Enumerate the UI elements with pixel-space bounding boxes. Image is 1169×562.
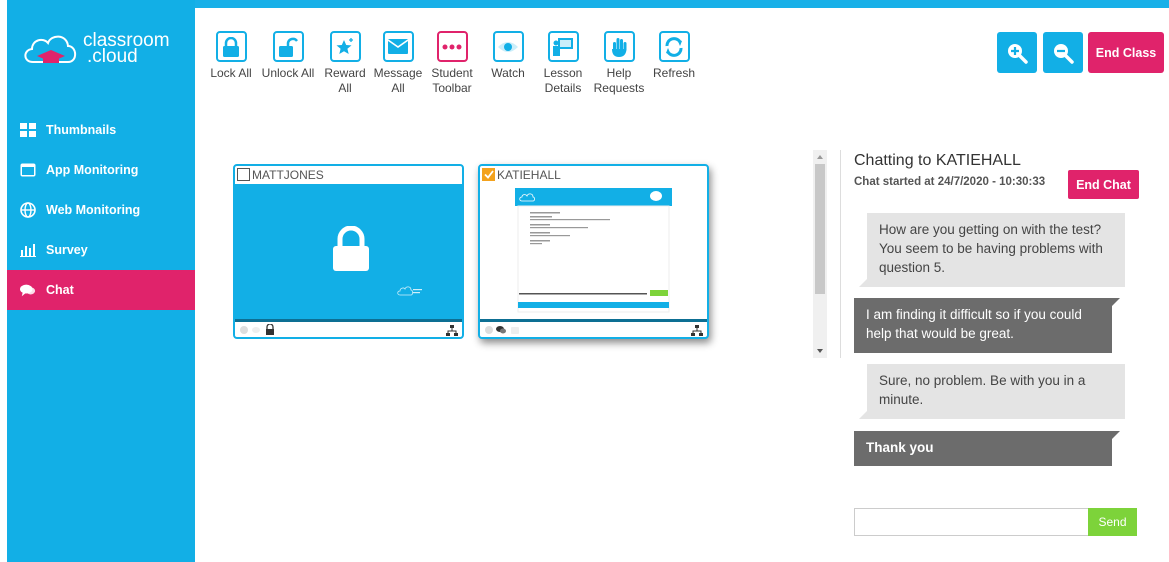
sidebar-item-app-monitoring[interactable]: App Monitoring bbox=[7, 150, 195, 190]
screen-preview-image bbox=[515, 188, 672, 313]
top-accent-bar bbox=[195, 0, 1169, 8]
cloud-logo-icon bbox=[24, 35, 77, 63]
eye-icon bbox=[492, 31, 524, 62]
raised-hand-icon bbox=[603, 31, 635, 62]
panel-divider bbox=[840, 150, 841, 358]
chat-message-incoming: Sure, no problem. Be with you in a minut… bbox=[859, 364, 1125, 419]
status-icons bbox=[240, 323, 274, 335]
sidebar-item-label: Chat bbox=[46, 283, 74, 297]
student-thumbnail-mattjones[interactable]: MATTJONES bbox=[233, 164, 464, 339]
lock-icon bbox=[333, 226, 369, 271]
sidebar-nav: Thumbnails App Monitoring Web Monitoring… bbox=[7, 110, 195, 310]
chat-message-incoming: How are you getting on with the test? Yo… bbox=[859, 213, 1125, 287]
select-checkbox[interactable] bbox=[482, 168, 495, 181]
sidebar-item-label: Thumbnails bbox=[46, 123, 117, 137]
thumbnail-header: MATTJONES bbox=[235, 166, 462, 183]
sidebar-item-label: Web Monitoring bbox=[46, 203, 141, 217]
watermark-logo-icon bbox=[397, 286, 422, 296]
tool-label: Refresh bbox=[652, 66, 696, 80]
chat-title: Chatting to KATIEHALL bbox=[854, 152, 1021, 170]
sidebar: classroom .cloud Thumbnails App Monitori… bbox=[7, 0, 195, 562]
thumbnail-header: KATIEHALL bbox=[480, 166, 707, 183]
student-screen bbox=[480, 184, 707, 319]
student-name: MATTJONES bbox=[252, 167, 324, 182]
tool-label: Unlock All bbox=[261, 66, 315, 80]
student-screen bbox=[235, 184, 462, 319]
app-window: classroom .cloud Thumbnails App Monitori… bbox=[0, 0, 1169, 562]
scrollbar-thumb[interactable] bbox=[815, 164, 825, 294]
sidebar-item-chat[interactable]: Chat bbox=[7, 270, 195, 310]
tool-label: Watch bbox=[491, 66, 525, 80]
thumbnails-scrollbar[interactable] bbox=[813, 150, 827, 358]
chat-message-outgoing: I am finding it difficult so if you coul… bbox=[854, 298, 1120, 353]
send-button[interactable]: Send bbox=[1088, 508, 1137, 536]
logo: classroom .cloud bbox=[21, 28, 181, 68]
zoom-out-button[interactable] bbox=[1043, 32, 1083, 73]
zoom-in-icon bbox=[1008, 43, 1028, 64]
help-requests-button[interactable]: Help Requests bbox=[591, 31, 647, 96]
refresh-button[interactable]: Refresh bbox=[646, 31, 702, 81]
chat-title-prefix: Chatting to bbox=[854, 152, 936, 169]
zoom-out-icon bbox=[1054, 43, 1074, 64]
network-icon bbox=[691, 325, 703, 336]
scroll-down-icon[interactable] bbox=[813, 346, 827, 356]
lesson-details-button[interactable]: Lesson Details bbox=[535, 31, 591, 96]
sidebar-item-label: App Monitoring bbox=[46, 163, 139, 177]
tool-label: Lock All bbox=[210, 66, 252, 80]
message-all-button[interactable]: Message All bbox=[370, 31, 426, 96]
student-thumbnail-katiehall[interactable]: KATIEHALL bbox=[478, 164, 709, 339]
sidebar-item-survey[interactable]: Survey bbox=[7, 230, 195, 270]
reward-all-button[interactable]: Reward All bbox=[317, 31, 373, 96]
tool-label-2: All bbox=[338, 81, 352, 95]
sidebar-item-web-monitoring[interactable]: Web Monitoring bbox=[7, 190, 195, 230]
sidebar-item-label: Survey bbox=[46, 243, 88, 257]
envelope-icon bbox=[382, 31, 414, 62]
sidebar-item-thumbnails[interactable]: Thumbnails bbox=[7, 110, 195, 150]
zoom-in-button[interactable] bbox=[997, 32, 1037, 73]
end-class-button[interactable]: End Class bbox=[1088, 32, 1164, 73]
tool-label: Help bbox=[606, 66, 632, 80]
tool-label: Student bbox=[431, 66, 473, 80]
refresh-icon bbox=[658, 31, 690, 62]
dots-icon bbox=[436, 31, 468, 62]
chat-started-time: Chat started at 24/7/2020 - 10:30:33 bbox=[854, 176, 1046, 188]
tool-label: Lesson bbox=[543, 66, 583, 80]
chat-bubbles-icon bbox=[20, 282, 36, 298]
thumbnail-footer bbox=[480, 319, 707, 337]
thumbnail-footer bbox=[235, 319, 462, 337]
tool-label-2: Requests bbox=[593, 81, 645, 95]
tool-label: Reward bbox=[324, 66, 366, 80]
unlock-icon bbox=[272, 31, 304, 62]
chat-student-name: KATIEHALL bbox=[935, 152, 1021, 169]
lock-all-button[interactable]: Lock All bbox=[203, 31, 259, 81]
tool-label-2: All bbox=[391, 81, 405, 95]
chat-message-input[interactable] bbox=[854, 508, 1088, 536]
network-icon bbox=[446, 325, 458, 336]
window-icon bbox=[20, 162, 36, 178]
tool-label-2: Details bbox=[544, 81, 582, 95]
presentation-icon bbox=[547, 31, 579, 62]
bar-chart-icon bbox=[20, 242, 36, 258]
student-name: KATIEHALL bbox=[497, 167, 561, 182]
end-chat-button[interactable]: End Chat bbox=[1068, 170, 1139, 199]
unlock-all-button[interactable]: Unlock All bbox=[260, 31, 316, 81]
select-checkbox[interactable] bbox=[237, 168, 250, 181]
status-icons bbox=[485, 325, 519, 334]
globe-icon bbox=[20, 202, 36, 218]
grid-icon bbox=[20, 122, 36, 138]
tool-label: Message bbox=[373, 66, 423, 80]
lock-icon bbox=[215, 31, 247, 62]
logo-text-line2: .cloud bbox=[87, 46, 138, 67]
student-toolbar-button[interactable]: Student Toolbar bbox=[424, 31, 480, 96]
tool-label-2: Toolbar bbox=[432, 81, 472, 95]
scroll-up-icon[interactable] bbox=[813, 152, 827, 162]
chat-message-outgoing: Thank you bbox=[854, 431, 1120, 466]
watch-button[interactable]: Watch bbox=[480, 31, 536, 81]
star-icon bbox=[329, 31, 361, 62]
